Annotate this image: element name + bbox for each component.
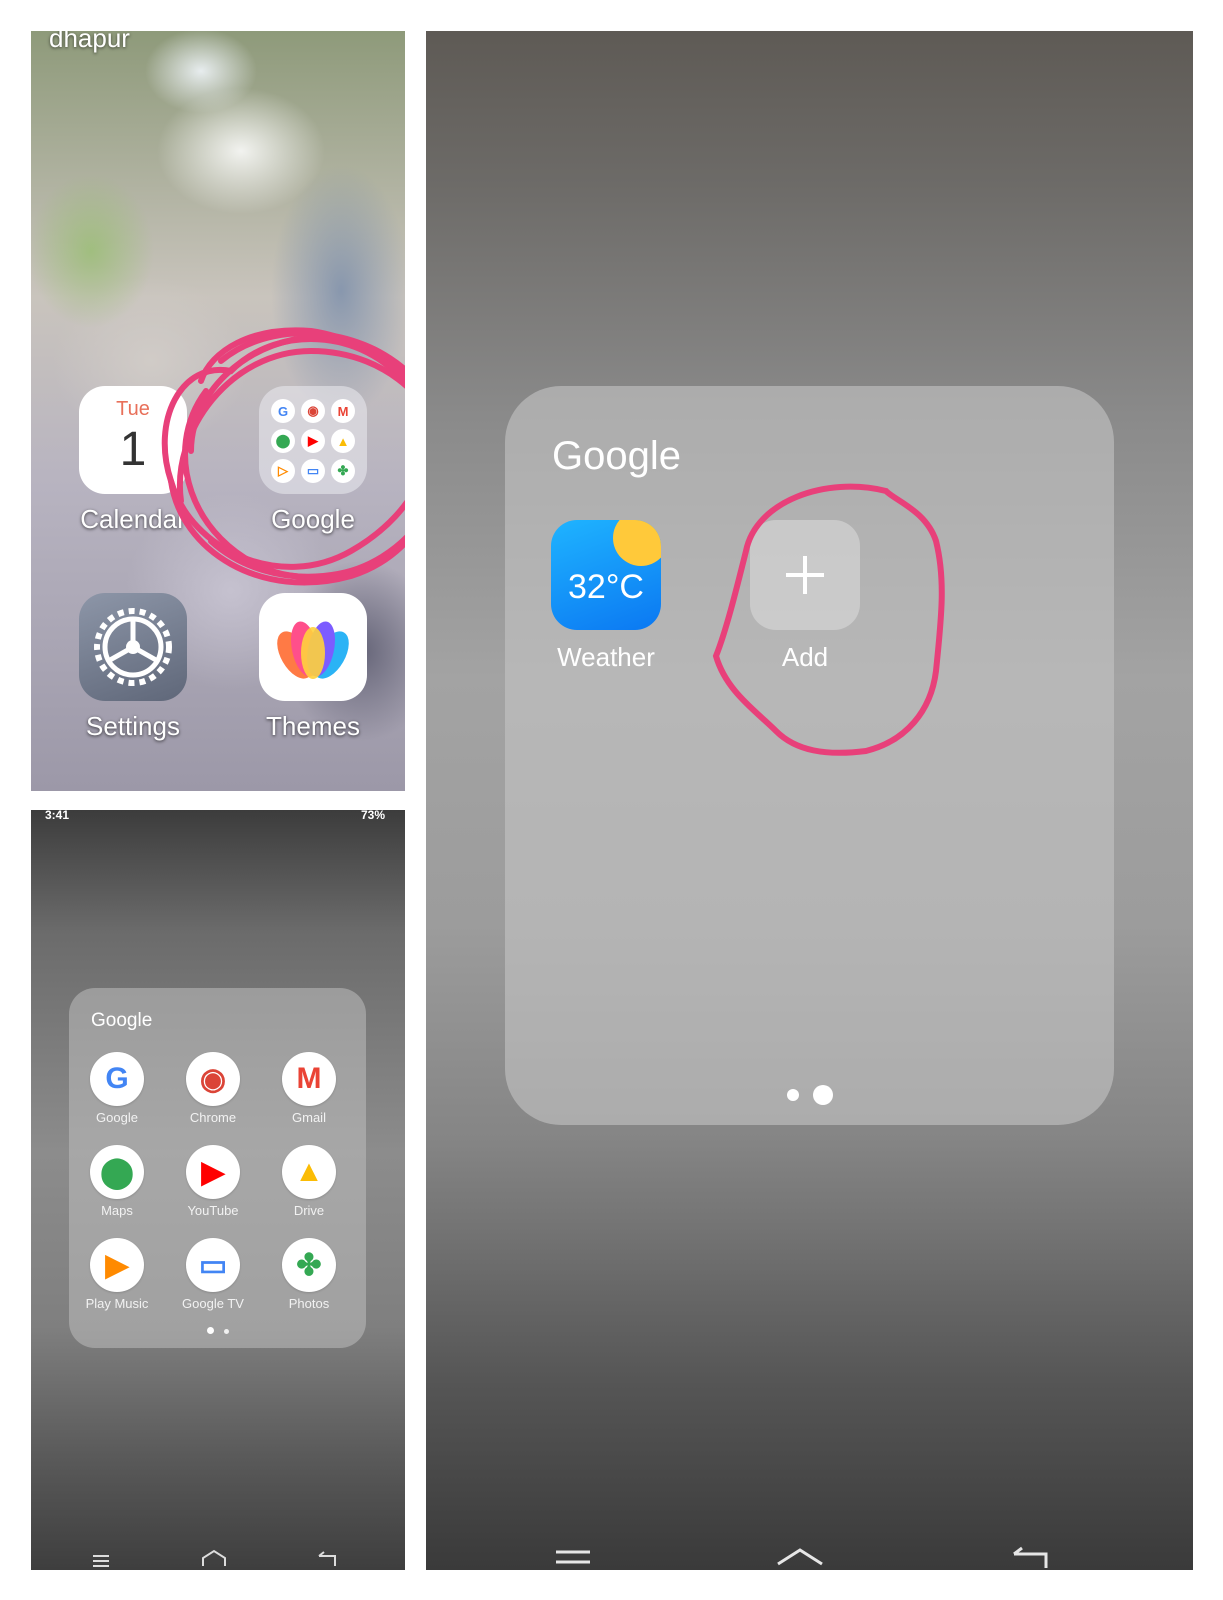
youtube-mini-icon: ▶ — [301, 429, 325, 453]
google-folder-label: Google — [271, 504, 355, 534]
settings-label: Settings — [86, 711, 180, 741]
calendar-date: 1 — [119, 423, 147, 476]
add-icon — [750, 520, 860, 630]
plus-icon — [786, 556, 824, 594]
photos-mini-icon: ✤ — [331, 459, 355, 483]
menu-icon — [93, 1555, 109, 1567]
google-folder-icon: G ◉ M ⬤ ▶ ▲ ▷ ▭ ✤ — [259, 386, 367, 494]
weather-icon: 32°C — [551, 520, 661, 630]
folder-title: Google — [91, 1010, 153, 1031]
home-screen-panel: dhapur Tue 1 Calendar G ◉ M ⬤ ▶ ▲ ▷ ▭ ✤ … — [31, 31, 405, 791]
youtube-label: YouTube — [187, 1203, 239, 1218]
navigation-bar — [93, 1549, 336, 1567]
add-app-button[interactable]: Add — [730, 520, 880, 673]
maps-icon: ⬤ — [90, 1145, 144, 1199]
google-folder-popup-large: Google 32°C Weather Add — [505, 386, 1114, 1125]
google-tv-label: Google TV — [182, 1296, 244, 1311]
add-label: Add — [781, 642, 829, 672]
status-bar: 3:41 73% — [45, 810, 385, 826]
gmail-label: Gmail — [292, 1110, 326, 1125]
playmusic-mini-icon: ▷ — [271, 459, 295, 483]
back-icon — [318, 1551, 336, 1566]
youtube-app[interactable]: ▶ YouTube — [165, 1145, 261, 1218]
weather-label: Weather — [557, 642, 655, 672]
themes-app[interactable]: Themes — [253, 593, 373, 742]
gear-icon — [94, 608, 172, 686]
drive-mini-icon: ▲ — [331, 429, 355, 453]
folder-title-large: Google — [552, 434, 681, 478]
home-top-text: dhapur — [49, 31, 130, 53]
large-folder-panel: Google 32°C Weather Add — [426, 31, 1193, 1570]
calendar-label: Calendar — [80, 504, 186, 534]
play-music-label: Play Music — [85, 1296, 149, 1311]
google-icon: G — [90, 1052, 144, 1106]
themes-label: Themes — [266, 711, 360, 741]
weather-app[interactable]: 32°C Weather — [531, 520, 681, 673]
calendar-day: Tue — [116, 398, 150, 420]
page-dot-active — [812, 1085, 833, 1105]
google-app[interactable]: G Google — [69, 1052, 165, 1125]
drive-icon: ▲ — [282, 1145, 336, 1199]
settings-icon — [79, 593, 187, 701]
settings-app[interactable]: Settings — [73, 593, 193, 742]
page-indicator — [69, 1319, 366, 1338]
gmail-mini-icon: M — [331, 399, 355, 423]
maps-app[interactable]: ⬤ Maps — [69, 1145, 165, 1218]
play-music-app[interactable]: ▶ Play Music — [69, 1238, 165, 1311]
lotus-icon — [277, 621, 349, 679]
page-dot — [223, 1329, 229, 1334]
maps-mini-icon: ⬤ — [271, 429, 295, 453]
google-mini-icon: G — [271, 399, 295, 423]
drive-app[interactable]: ▲ Drive — [261, 1145, 357, 1218]
calendar-icon: Tue 1 — [79, 386, 187, 494]
chrome-label: Chrome — [189, 1110, 237, 1125]
google-tv-app[interactable]: ▭ Google TV — [165, 1238, 261, 1311]
gmail-app[interactable]: M Gmail — [261, 1052, 357, 1125]
maps-label: Maps — [101, 1203, 133, 1218]
sun-icon — [613, 520, 661, 566]
youtube-icon: ▶ — [186, 1145, 240, 1199]
googletv-mini-icon: ▭ — [301, 459, 325, 483]
chrome-icon: ◉ — [186, 1052, 240, 1106]
status-time: 3:41 — [45, 810, 70, 822]
play-music-icon: ▶ — [90, 1238, 144, 1292]
battery-percent: 73% — [360, 810, 385, 822]
gmail-icon: M — [282, 1052, 336, 1106]
navigation-bar-large — [556, 1546, 1048, 1568]
photos-label: Photos — [288, 1296, 330, 1311]
google-tv-icon: ▭ — [186, 1238, 240, 1292]
google-label: Google — [96, 1110, 138, 1125]
photos-icon: ✤ — [282, 1238, 336, 1292]
back-icon — [1013, 1546, 1048, 1568]
calendar-app[interactable]: Tue 1 Calendar — [73, 386, 193, 535]
drive-label: Drive — [293, 1203, 325, 1218]
small-folder-panel: 3:41 73% Google G Google ◉ Chrome M Gmai… — [31, 810, 405, 1570]
themes-icon — [259, 593, 367, 701]
page-dot-active — [206, 1327, 214, 1334]
chrome-app[interactable]: ◉ Chrome — [165, 1052, 261, 1125]
chrome-mini-icon: ◉ — [301, 399, 325, 423]
page-dot — [786, 1089, 799, 1101]
home-icon — [202, 1549, 226, 1566]
page-indicator-large — [505, 1085, 1114, 1105]
google-folder-popup-small: Google G Google ◉ Chrome M Gmail ⬤ Maps … — [69, 988, 366, 1348]
menu-icon — [556, 1550, 590, 1564]
weather-temperature: 32°C — [568, 568, 644, 606]
home-icon — [777, 1548, 823, 1566]
google-folder[interactable]: G ◉ M ⬤ ▶ ▲ ▷ ▭ ✤ Google — [253, 386, 373, 535]
photos-app[interactable]: ✤ Photos — [261, 1238, 357, 1311]
